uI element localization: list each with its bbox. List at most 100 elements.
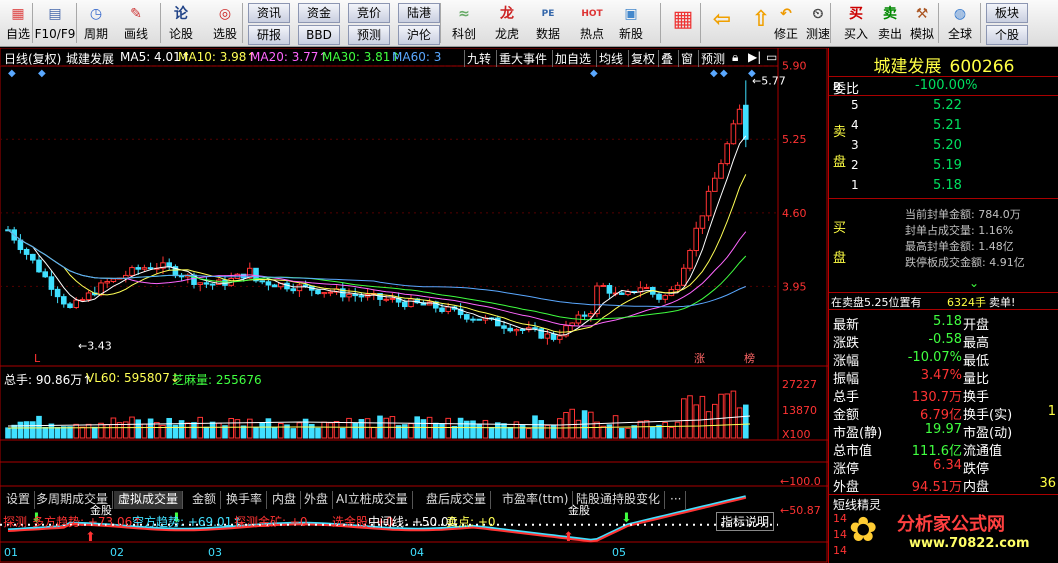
chart-tool-7[interactable]: 预测 — [698, 50, 725, 67]
sell-price[interactable]: 5.22 — [933, 98, 962, 113]
candle-body — [439, 307, 445, 312]
candle-body — [209, 283, 216, 286]
indicator-tab-10[interactable]: 陆股通持股变化 — [572, 491, 666, 509]
candle-body — [519, 328, 526, 331]
chart-tool-6[interactable]: 窗 — [678, 50, 693, 67]
month-label: 05 — [612, 546, 626, 559]
sell-price[interactable]: 5.19 — [933, 158, 962, 173]
sell-price[interactable]: 5.20 — [933, 138, 962, 153]
indicator-tab-7[interactable]: AI立桩成交量 — [332, 491, 413, 509]
indicator-explain-button[interactable]: 指标说明 — [716, 512, 775, 531]
toolbar-separator — [32, 3, 33, 43]
indicator-tab-8[interactable]: 盘后成交量 — [422, 491, 492, 509]
back-arrow-button[interactable]: ⇦ — [706, 1, 738, 46]
sell-price[interactable]: 5.21 — [933, 118, 962, 133]
toolbar-label: 热点 — [579, 27, 604, 41]
chart-tool-0[interactable]: 九转 — [464, 50, 491, 67]
toolbar-pe-data-button[interactable]: PE 数据 — [530, 1, 566, 46]
sell-level: 1 — [851, 178, 859, 192]
quick-button[interactable]: 个股 — [986, 25, 1028, 45]
chart-tool-2[interactable]: 加自选 — [552, 50, 591, 67]
expand-down-icon[interactable]: ⌄ — [969, 276, 979, 290]
volume-bar — [433, 422, 439, 439]
indicator-tab-3[interactable]: 金额 — [188, 491, 222, 509]
toolbar-dragon-tiger-button[interactable]: 龙龙虎 — [489, 1, 525, 46]
quick-button[interactable]: 资讯 — [248, 3, 290, 23]
toolbar-hot-button[interactable]: HOT 热点 — [574, 1, 610, 46]
quick-button[interactable]: 竞价 — [348, 3, 390, 23]
stat-label-2: 换手 — [963, 390, 990, 405]
volume-bar — [48, 423, 55, 439]
chart-area[interactable]: 5.90 5.25 4.60 3.95 ←5.77 ←3.43 L 涨榜 ◆ ◆ ◆ ◆ ◆ ◆ 27227… — [0, 47, 828, 563]
indicator-tab-6[interactable]: 外盘 — [300, 491, 334, 509]
toolbar-f10-button[interactable]: ▤ F10/F9 — [34, 1, 76, 46]
expand-icon[interactable]: ▶| — [748, 50, 761, 64]
lock-icon[interactable]: 🔒︎ — [732, 50, 738, 65]
chart-tool-3[interactable]: 均线 — [596, 50, 623, 67]
indicator-tab-0[interactable]: 设置 — [2, 491, 36, 509]
stat-value-2: 1 — [1047, 404, 1056, 419]
toolbar-ipo-button[interactable]: ▣ 新股 — [613, 1, 649, 46]
stat-label: 市盈(静) — [833, 426, 883, 441]
restore-icon[interactable]: ▭ — [766, 50, 777, 64]
quick-button[interactable]: 预测 — [348, 25, 390, 45]
volume-bar — [203, 426, 210, 439]
toolbar-select-stock-button[interactable]: ◎ 选股 — [207, 1, 243, 46]
volume-bar — [73, 423, 80, 439]
volume-bar — [712, 403, 718, 439]
volume-bar — [482, 419, 489, 439]
quick-button[interactable]: 沪伦 — [398, 25, 440, 45]
volume-bar — [687, 395, 693, 439]
quick-button[interactable]: 研报 — [248, 25, 290, 45]
toolbar-hammer-button[interactable]: ⚒ 模拟 — [904, 1, 940, 46]
volume-bar — [408, 423, 414, 439]
toolbar-grid-button[interactable]: ▦ 自选 — [0, 1, 36, 46]
indicator-tab-1[interactable]: 多周期成交量 — [32, 491, 114, 509]
candle-body — [197, 282, 203, 285]
quick-button[interactable]: 陆港 — [398, 3, 440, 23]
indicator-tab-9[interactable]: 市盈率(ttm) — [498, 491, 574, 509]
stat-label: 金额 — [833, 408, 860, 423]
toolbar-buy-button[interactable]: 买买入 — [838, 1, 874, 46]
up-arrow-button[interactable]: ⇧ — [745, 1, 777, 46]
volume-bar — [631, 425, 638, 439]
indicator-tab-5[interactable]: 内盘 — [268, 491, 302, 509]
indicator-value: 空方趋势: +69.01↑ — [132, 515, 243, 529]
toolbar-pencil-button[interactable]: ✎ 画线 — [118, 1, 154, 46]
chart-tool-4[interactable]: 复权 — [628, 50, 655, 67]
candle-body — [30, 253, 36, 261]
volume-bar — [526, 428, 532, 439]
volume-bar — [625, 427, 631, 439]
up-arrow-icon: ⇧ — [751, 7, 771, 32]
chart-tool-5[interactable]: 叠 — [658, 50, 673, 67]
indicator-tick-label: ←100.0 — [780, 475, 821, 488]
candle-body — [470, 318, 476, 321]
sell-price[interactable]: 5.18 — [933, 178, 962, 193]
window-layout-button[interactable]: ▦ — [667, 1, 699, 46]
stat-label: 总市值 — [833, 444, 873, 459]
volume-bar — [451, 425, 458, 439]
indicator-value: 探测金矿: +0 — [234, 515, 308, 529]
volume-bar — [619, 427, 625, 439]
candle-body — [507, 327, 513, 332]
period-label[interactable]: 日线(复权) — [4, 50, 61, 67]
quick-button[interactable]: 资金 — [298, 3, 340, 23]
candle-body — [730, 123, 737, 145]
chart-tool-1[interactable]: 重大事件 — [496, 50, 547, 67]
kline-chart[interactable]: 5.905.254.603.95←5.77←3.43L 涨榜◆ ◆ ◆ ◆ ◆ ◆27227… — [0, 47, 828, 563]
toolbar-clock-button[interactable]: ◷ 周期 — [78, 1, 114, 46]
toolbar-label: 选股 — [212, 27, 237, 41]
quick-button[interactable]: BBD — [298, 25, 340, 45]
indicator-name[interactable]: 探测 — [3, 513, 27, 530]
event-diamond: ◆ — [590, 68, 598, 79]
indicator-tab-2[interactable]: 虚拟成交量 — [114, 491, 184, 509]
quick-button[interactable]: 板块 — [986, 3, 1028, 23]
toolbar-sci-tech-button[interactable]: ≈ 科创 — [446, 1, 482, 46]
indicator-tab-11[interactable]: ··· — [666, 491, 687, 509]
volume-bar — [569, 408, 576, 439]
toolbar-globe-button[interactable]: ◍ 全球 — [942, 1, 978, 46]
indicator-tab-4[interactable]: 换手率 — [222, 491, 268, 509]
toolbar-discuss-button[interactable]: 论论股 — [163, 1, 199, 46]
candle-body — [445, 306, 451, 312]
toolbar-sell-button[interactable]: 卖卖出 — [872, 1, 908, 46]
